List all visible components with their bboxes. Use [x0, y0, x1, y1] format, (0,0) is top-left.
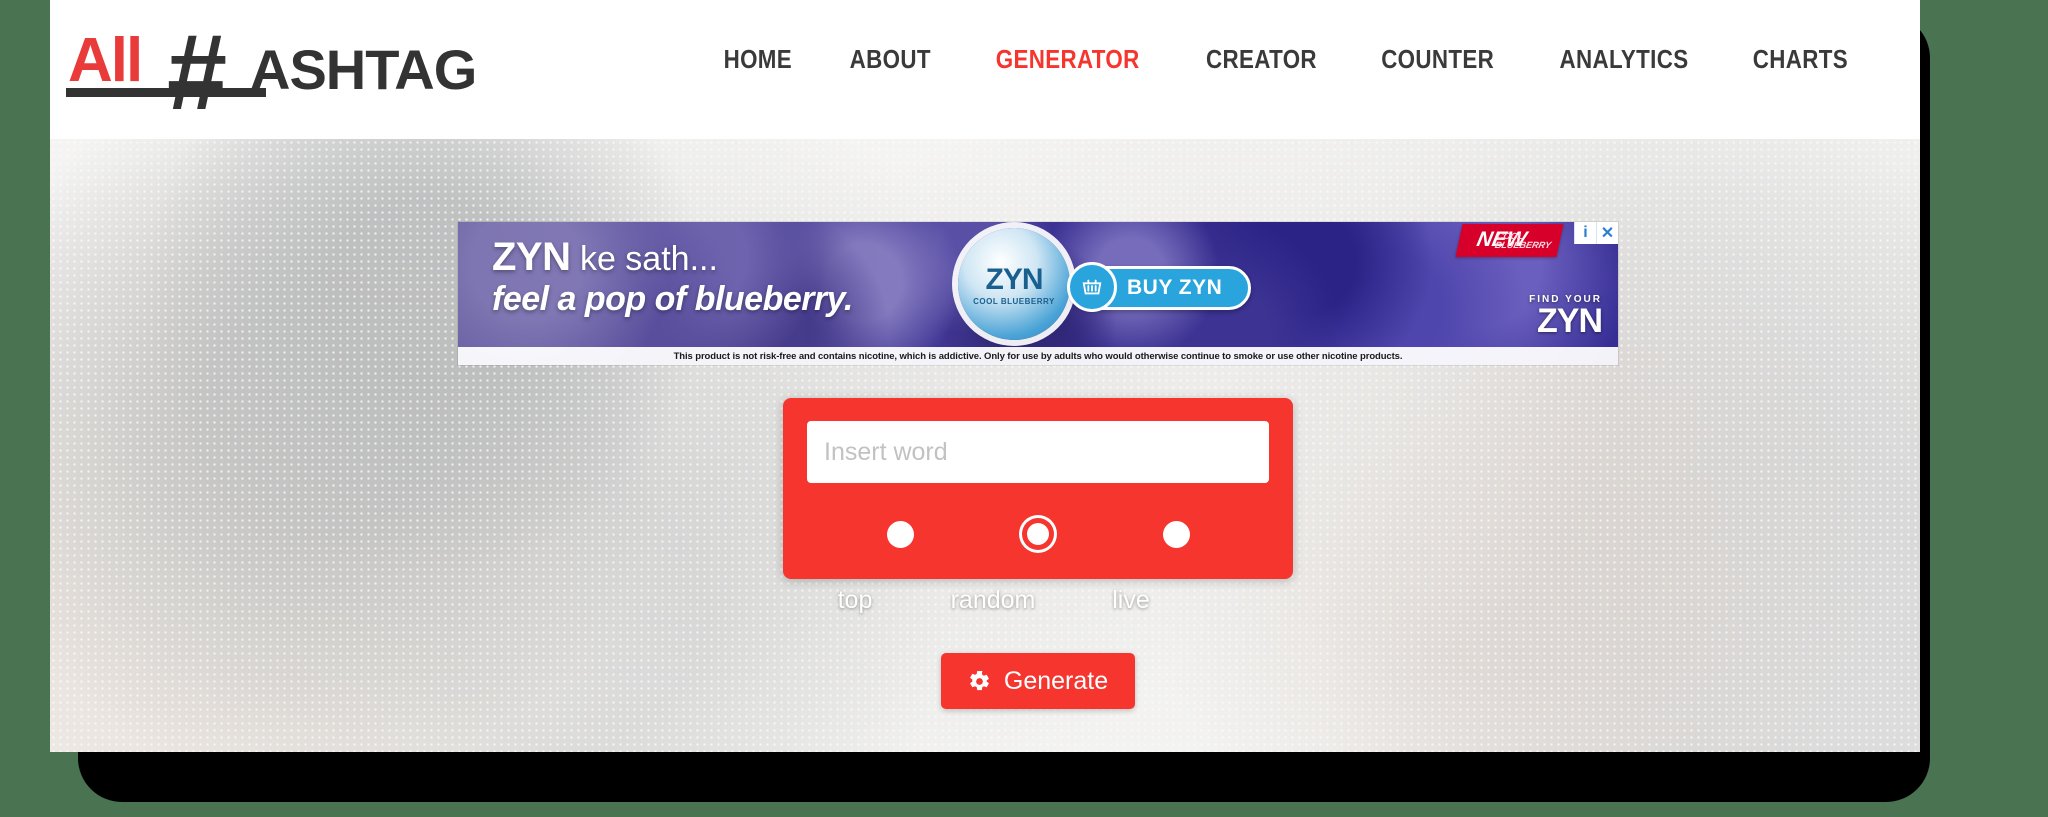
- generate-button[interactable]: Generate: [941, 653, 1135, 709]
- nav-item-creator[interactable]: CREATOR: [1206, 44, 1317, 75]
- logo-underline-bar: [66, 88, 266, 97]
- hashtag-generator-card: [783, 398, 1293, 579]
- radio-label-random[interactable]: random: [924, 586, 1062, 615]
- advertisement-banner[interactable]: ZYN ke sath... feel a pop of blueberry. …: [458, 222, 1618, 365]
- site-logo[interactable]: All # ASHTAG: [62, 18, 477, 126]
- nav-item-analytics[interactable]: ANALYTICS: [1560, 44, 1689, 75]
- ad-headline-line2: feel a pop of blueberry.: [492, 280, 853, 318]
- ad-disclaimer-text: This product is not risk-free and contai…: [458, 347, 1618, 365]
- mode-radio-labels: top random live: [783, 586, 1293, 618]
- main-navigation: HOME ABOUT GENERATOR CREATOR COUNTER ANA…: [718, 44, 1856, 75]
- basket-icon: [1067, 262, 1117, 312]
- ad-buy-button[interactable]: BUY ZYN: [1067, 262, 1252, 312]
- logo-text-all: All: [68, 26, 143, 95]
- site-header: All # ASHTAG HOME ABOUT GENERATOR CREATO…: [50, 0, 1920, 139]
- radio-dot-live: [1162, 520, 1190, 548]
- keyword-input[interactable]: [807, 421, 1269, 483]
- logo-text-ashtag: ASHTAG: [250, 38, 477, 101]
- ad-headline-rest: ke sath...: [570, 240, 718, 278]
- ad-brand-text: ZYN: [492, 235, 571, 279]
- generate-button-label: Generate: [1003, 666, 1109, 695]
- nav-item-about[interactable]: ABOUT: [850, 44, 931, 75]
- radio-dot-top: [886, 520, 914, 548]
- radio-label-top[interactable]: top: [786, 586, 924, 615]
- ad-new-badge-sublabel: COOL BLUEBERRY: [1494, 231, 1553, 250]
- logo-hash-symbol: #: [167, 11, 228, 132]
- ad-find-your-zyn-logo: FIND YOUR ZYN: [1529, 294, 1603, 340]
- nav-item-counter[interactable]: COUNTER: [1381, 44, 1494, 75]
- gear-icon: [968, 670, 991, 693]
- mode-radio-group: [807, 511, 1269, 557]
- radio-option-random[interactable]: [993, 511, 1083, 557]
- nav-item-generator[interactable]: GENERATOR: [995, 44, 1139, 75]
- ad-buy-button-label: BUY ZYN: [1127, 276, 1223, 299]
- ad-can-flavor-label: COOL BLUEBERRY: [973, 296, 1055, 306]
- ad-product-can: ZYN COOL BLUEBERRY: [958, 228, 1070, 340]
- nav-item-charts[interactable]: CHARTS: [1753, 44, 1848, 75]
- radio-label-live[interactable]: live: [1062, 586, 1200, 615]
- radio-dot-random-selected: [1027, 523, 1049, 545]
- browser-page: All # ASHTAG HOME ABOUT GENERATOR CREATO…: [50, 0, 1920, 752]
- radio-option-live[interactable]: [1131, 511, 1221, 557]
- adchoices-controls: i ✕: [1574, 222, 1618, 244]
- radio-option-top[interactable]: [855, 511, 945, 557]
- adchoices-close-icon[interactable]: ✕: [1596, 222, 1618, 244]
- ad-headline: ZYN ke sath... feel a pop of blueberry.: [492, 235, 853, 320]
- nav-item-home[interactable]: HOME: [723, 44, 791, 75]
- ad-can-brand-label: ZYN: [985, 262, 1044, 296]
- adchoices-info-icon[interactable]: i: [1574, 222, 1596, 244]
- ad-find-your-big-text: ZYN: [1537, 302, 1603, 340]
